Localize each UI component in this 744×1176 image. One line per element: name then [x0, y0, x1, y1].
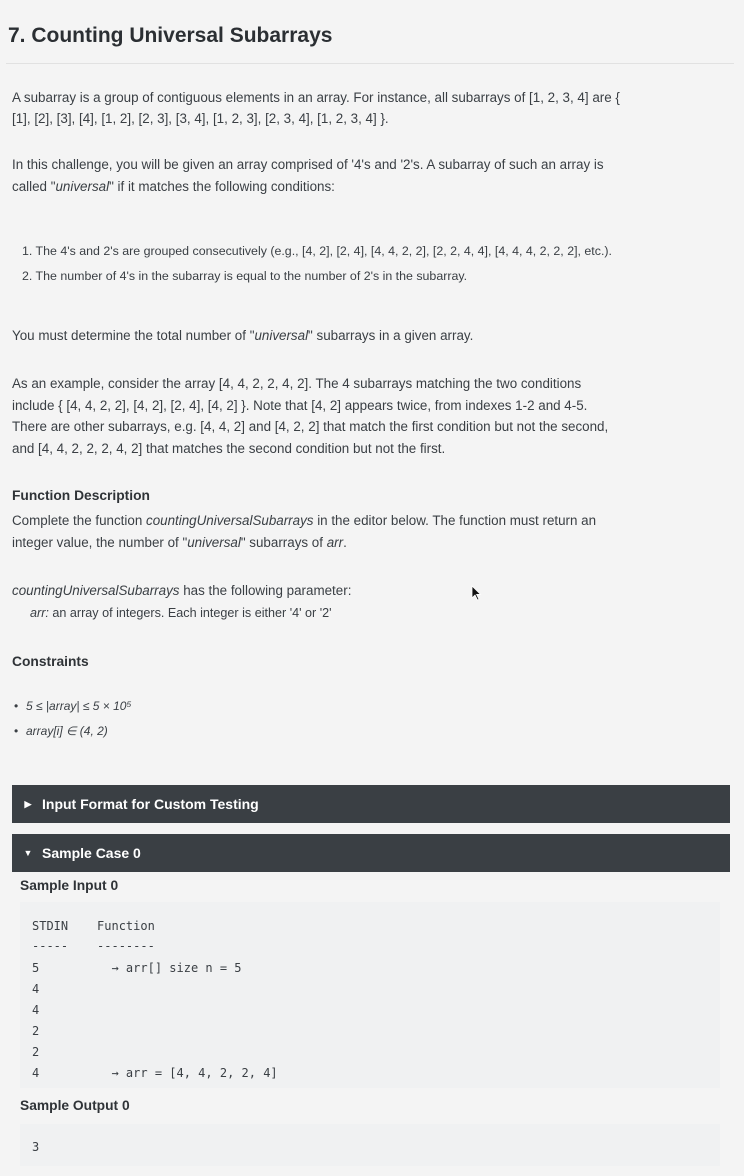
code-line: 5 → arr[] size n = 5 — [32, 961, 242, 975]
problem-title: 7. Counting Universal Subarrays — [8, 24, 333, 47]
parameter-arr: arr: an array of integers. Each integer … — [30, 606, 332, 620]
intro-line-1: A subarray is a group of contiguous elem… — [12, 90, 620, 105]
example-line-1: As an example, consider the array [4, 4,… — [12, 376, 582, 391]
caret-down-icon: ▼ — [23, 848, 33, 858]
code-line: 4 — [32, 1003, 40, 1017]
condition-2: 2. The number of 4's in the subarray is … — [22, 269, 468, 283]
determine-text: You must determine the total number of "… — [12, 328, 474, 343]
input-format-label: Input Format for Custom Testing — [42, 796, 259, 812]
function-description-heading: Function Description — [12, 488, 150, 503]
input-format-toggle[interactable]: ▶ Input Format for Custom Testing — [12, 785, 730, 823]
example-line-3: There are other subarrays, e.g. [4, 4, 2… — [12, 419, 609, 434]
parameter-intro: countingUniversalSubarrays has the follo… — [12, 583, 352, 598]
sample-case-label: Sample Case 0 — [42, 845, 141, 861]
sample-case-0-toggle[interactable]: ▼ Sample Case 0 — [12, 834, 730, 872]
title-divider — [6, 63, 734, 64]
code-line: ----- -------- — [32, 939, 155, 953]
constraints-heading: Constraints — [12, 654, 89, 669]
sample-output-code: 3 — [20, 1124, 720, 1166]
function-description-line-2: integer value, the number of "universal"… — [12, 535, 347, 550]
example-line-2: include { [4, 4, 2, 2], [4, 2], [2, 4], … — [12, 398, 588, 413]
problem-statement-page: 7. Counting Universal Subarrays A subarr… — [0, 0, 744, 1176]
challenge-line-1: In this challenge, you will be given an … — [12, 157, 604, 172]
code-line: 2 — [32, 1024, 40, 1038]
output-value: 3 — [32, 1140, 40, 1154]
example-line-4: and [4, 4, 2, 2, 2, 4, 2] that matches t… — [12, 441, 446, 456]
intro-line-2: [1], [2], [3], [4], [1, 2], [2, 3], [3, … — [12, 111, 389, 126]
code-line: 2 — [32, 1045, 40, 1059]
function-description-line-1: Complete the function countingUniversalS… — [12, 513, 597, 528]
code-line: 4 → arr = [4, 4, 2, 2, 4] — [32, 1066, 278, 1080]
code-line: STDIN Function — [32, 919, 155, 933]
constraint-item-2: array[i] ∈ (4, 2) — [14, 722, 108, 740]
condition-1: 1. The 4's and 2's are grouped consecuti… — [22, 244, 612, 258]
constraint-item-1: 5 ≤ |array| ≤ 5 × 10⁵ — [14, 697, 131, 715]
challenge-line-2: called "universal" if it matches the fol… — [12, 179, 335, 194]
code-line: 4 — [32, 982, 40, 996]
sample-input-heading: Sample Input 0 — [20, 878, 119, 893]
caret-right-icon: ▶ — [24, 798, 32, 809]
sample-input-code: STDIN Function ----- -------- 5 → arr[] … — [20, 902, 720, 1088]
mouse-pointer-icon — [471, 585, 482, 601]
sample-output-heading: Sample Output 0 — [20, 1098, 130, 1113]
